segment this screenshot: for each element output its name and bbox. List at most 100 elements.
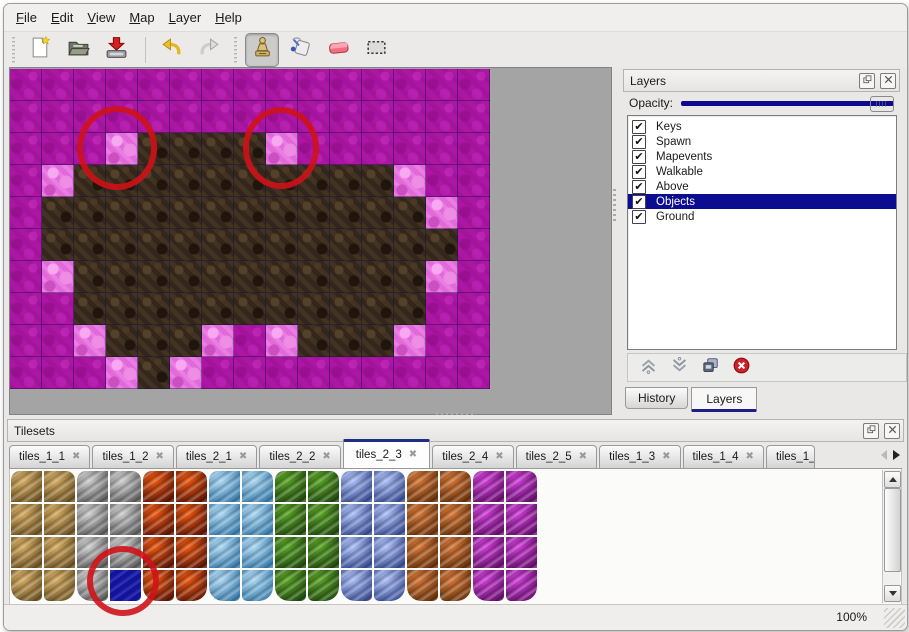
tileset-tab-tiles_2_4[interactable]: tiles_2_4✖ (432, 445, 513, 468)
tileset-tile-dark-green[interactable] (275, 570, 306, 601)
tileset-tile-dark-green[interactable] (308, 504, 339, 535)
tab-scroll-right-icon[interactable] (890, 443, 902, 467)
tileset-tile-flame-red[interactable] (143, 471, 174, 502)
dock-tab-history[interactable]: History (625, 387, 688, 409)
tileset-tile-sky-blue[interactable] (242, 471, 273, 502)
fill-tool-button[interactable] (283, 33, 317, 67)
move-layer-up-button[interactable] (638, 358, 658, 378)
layer-row[interactable]: ✔Keys (628, 119, 896, 134)
tab-close-icon[interactable]: ✖ (746, 452, 754, 462)
menu-map[interactable]: Map (123, 8, 160, 27)
tileset-tile-tan[interactable] (11, 537, 42, 568)
checkbox-checked-icon[interactable]: ✔ (632, 135, 646, 149)
move-layer-down-button[interactable] (669, 358, 689, 378)
tileset-tile-purple[interactable] (506, 537, 537, 568)
tab-close-icon[interactable]: ✖ (495, 452, 503, 462)
save-button[interactable] (99, 33, 133, 67)
layer-row[interactable]: ✔Objects (628, 194, 896, 209)
tileset-tile-rust[interactable] (407, 570, 438, 601)
tileset-tile-tan[interactable] (44, 537, 75, 568)
tileset-tile-sky-blue[interactable] (242, 504, 273, 535)
layer-row[interactable]: ✔Walkable (628, 164, 896, 179)
layer-row[interactable]: ✔Mapevents (628, 149, 896, 164)
tilesets-float-button[interactable] (863, 423, 879, 439)
checkbox-checked-icon[interactable]: ✔ (632, 165, 646, 179)
tab-close-icon[interactable]: ✖ (579, 452, 587, 462)
tileset-tab-tiles_1_2[interactable]: tiles_1_2✖ (92, 445, 173, 468)
tileset-tile-tan[interactable] (11, 504, 42, 535)
tileset-tile-purple[interactable] (473, 504, 504, 535)
tileset-tile-dark-green[interactable] (275, 471, 306, 502)
tileset-tile-sky-blue[interactable] (209, 570, 240, 601)
tab-close-icon[interactable]: ✖ (72, 452, 80, 462)
tileset-scrollbar[interactable] (882, 470, 900, 603)
tileset-tile-flame-red[interactable] (143, 504, 174, 535)
duplicate-layer-button[interactable] (700, 358, 720, 378)
tileset-tab-tiles_1_3[interactable]: tiles_1_3✖ (599, 445, 680, 468)
horizontal-splitter-handle[interactable] (436, 411, 476, 416)
tab-scroll-left-icon[interactable] (878, 443, 890, 467)
tileset-tile-sky-blue[interactable] (242, 537, 273, 568)
scrollbar-thumb[interactable] (884, 488, 901, 572)
tileset-tile-dark-green[interactable] (308, 570, 339, 601)
opacity-slider-track[interactable] (681, 101, 894, 106)
tileset-tab-tiles_1_4[interactable]: tiles_1_4✖ (683, 445, 764, 468)
checkbox-checked-icon[interactable]: ✔ (632, 210, 646, 224)
dock-tab-layers[interactable]: Layers (691, 387, 757, 412)
tileset-tile-silver[interactable] (110, 471, 141, 502)
tileset-tab-tiles_1_[interactable]: tiles_1_✖ (766, 445, 815, 468)
tileset-tile-purple[interactable] (506, 570, 537, 601)
tileset-tab-tiles_2_1[interactable]: tiles_2_1✖ (176, 445, 257, 468)
tileset-tile-silver[interactable] (77, 504, 108, 535)
checkbox-checked-icon[interactable]: ✔ (632, 150, 646, 164)
open-button[interactable] (61, 33, 95, 67)
tileset-tile-rust[interactable] (407, 504, 438, 535)
tileset-tile-periwinkle[interactable] (341, 570, 372, 601)
layers-float-button[interactable] (859, 73, 875, 89)
tileset-tile-rust[interactable] (407, 471, 438, 502)
checkbox-checked-icon[interactable]: ✔ (632, 120, 646, 134)
tileset-tile-periwinkle[interactable] (374, 504, 405, 535)
tileset-tile-purple[interactable] (473, 570, 504, 601)
tileset-tile-periwinkle[interactable] (341, 504, 372, 535)
vertical-splitter-handle[interactable] (612, 189, 617, 223)
layer-row[interactable]: ✔Ground (628, 209, 896, 224)
tileset-tile-tan[interactable] (44, 570, 75, 601)
tileset-tile-tan[interactable] (11, 471, 42, 502)
tileset-tile-sky-blue[interactable] (209, 504, 240, 535)
menu-edit[interactable]: Edit (45, 8, 79, 27)
tileset-tile-periwinkle[interactable] (341, 471, 372, 502)
tileset-tile-sky-blue[interactable] (242, 570, 273, 601)
tab-close-icon[interactable]: ✖ (322, 452, 330, 462)
eraser-tool-button[interactable] (321, 33, 355, 67)
menu-layer[interactable]: Layer (163, 8, 208, 27)
menu-file[interactable]: File (10, 8, 43, 27)
delete-layer-button[interactable] (731, 358, 751, 378)
menu-view[interactable]: View (81, 8, 121, 27)
tileset-tile-purple[interactable] (506, 504, 537, 535)
tileset-tab-tiles_2_5[interactable]: tiles_2_5✖ (516, 445, 597, 468)
tileset-tile-dark-green[interactable] (308, 537, 339, 568)
toolbar-grip[interactable] (10, 37, 17, 63)
tileset-tab-tiles_2_2[interactable]: tiles_2_2✖ (259, 445, 340, 468)
tileset-tile-rust[interactable] (440, 471, 471, 502)
toolbar-grip[interactable] (232, 37, 239, 63)
tileset-tile-rust[interactable] (407, 537, 438, 568)
tileset-tile-silver[interactable] (110, 504, 141, 535)
tileset-tile-dark-green[interactable] (275, 504, 306, 535)
tileset-tile-dark-green[interactable] (308, 471, 339, 502)
tileset-tile-rust[interactable] (440, 537, 471, 568)
tileset-tile-periwinkle[interactable] (374, 570, 405, 601)
tab-close-icon[interactable]: ✖ (155, 452, 163, 462)
redo-button[interactable] (192, 33, 226, 67)
tileset-tile-rust[interactable] (440, 504, 471, 535)
stamp-tool-button[interactable] (245, 33, 279, 67)
tileset-tile-tan[interactable] (44, 504, 75, 535)
tilesets-close-button[interactable] (884, 423, 900, 439)
select-tool-button[interactable] (359, 33, 393, 67)
checkbox-checked-icon[interactable]: ✔ (632, 195, 646, 209)
checkbox-checked-icon[interactable]: ✔ (632, 180, 646, 194)
tab-close-icon[interactable]: ✖ (409, 450, 417, 460)
map-canvas[interactable] (10, 69, 490, 389)
scroll-down-icon[interactable] (884, 585, 901, 602)
